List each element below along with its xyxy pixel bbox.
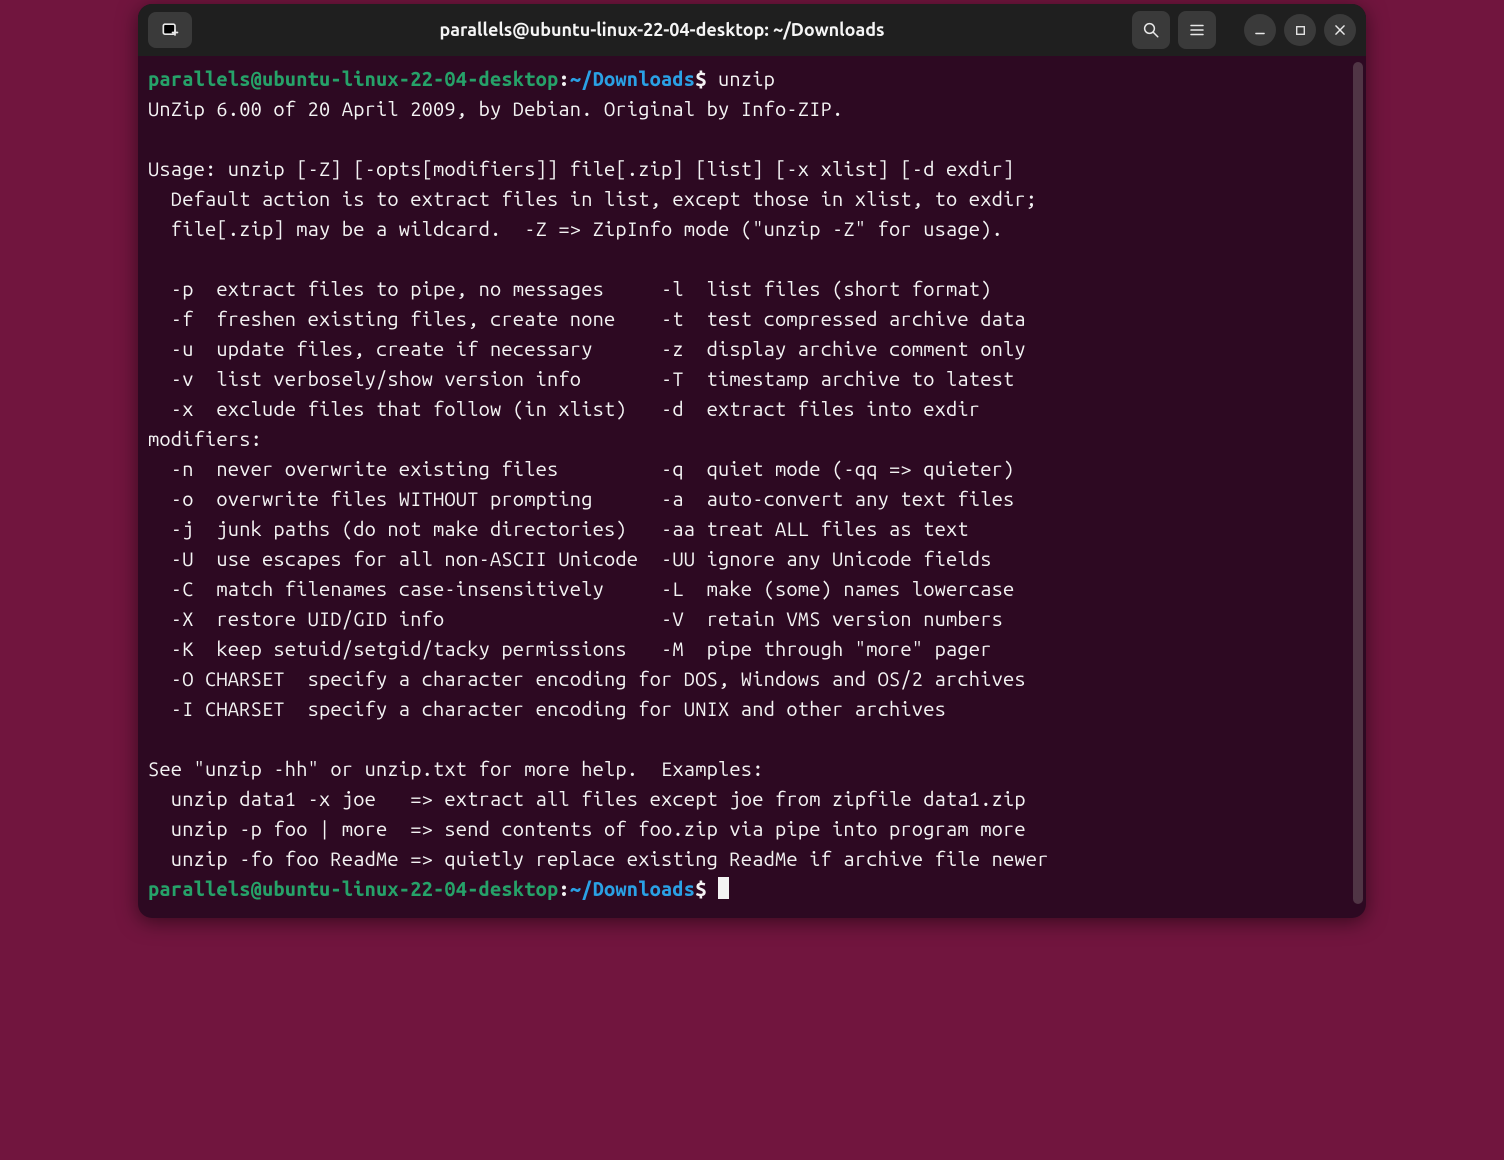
minimize-button[interactable] bbox=[1244, 14, 1276, 46]
window-title: parallels@ubuntu-linux-22-04-desktop: ~/… bbox=[200, 20, 1124, 40]
search-icon bbox=[1142, 21, 1160, 39]
command-text: unzip bbox=[707, 67, 775, 90]
minimize-icon bbox=[1253, 23, 1267, 37]
search-button[interactable] bbox=[1132, 11, 1170, 49]
titlebar: parallels@ubuntu-linux-22-04-desktop: ~/… bbox=[138, 4, 1366, 56]
prompt-user-host: parallels@ubuntu-linux-22-04-desktop bbox=[148, 877, 558, 900]
new-tab-icon bbox=[160, 20, 180, 40]
scrollbar[interactable] bbox=[1353, 62, 1363, 904]
close-button[interactable] bbox=[1324, 14, 1356, 46]
new-tab-button[interactable] bbox=[148, 12, 192, 48]
terminal-window: parallels@ubuntu-linux-22-04-desktop: ~/… bbox=[138, 4, 1366, 918]
close-icon bbox=[1333, 23, 1347, 37]
prompt-colon: : bbox=[558, 877, 569, 900]
prompt-path: ~/Downloads bbox=[570, 877, 695, 900]
prompt-path: ~/Downloads bbox=[570, 67, 695, 90]
terminal-output[interactable]: parallels@ubuntu-linux-22-04-desktop:~/D… bbox=[148, 64, 1352, 904]
prompt-symbol: $ bbox=[695, 877, 706, 900]
menu-button[interactable] bbox=[1178, 11, 1216, 49]
output-text: UnZip 6.00 of 20 April 2009, by Debian. … bbox=[148, 97, 1049, 870]
prompt-symbol: $ bbox=[695, 67, 706, 90]
cursor bbox=[718, 877, 729, 899]
maximize-icon bbox=[1294, 24, 1307, 37]
hamburger-icon bbox=[1188, 21, 1206, 39]
prompt-colon: : bbox=[558, 67, 569, 90]
terminal-area[interactable]: parallels@ubuntu-linux-22-04-desktop:~/D… bbox=[138, 56, 1366, 918]
maximize-button[interactable] bbox=[1284, 14, 1316, 46]
prompt-user-host: parallels@ubuntu-linux-22-04-desktop bbox=[148, 67, 558, 90]
